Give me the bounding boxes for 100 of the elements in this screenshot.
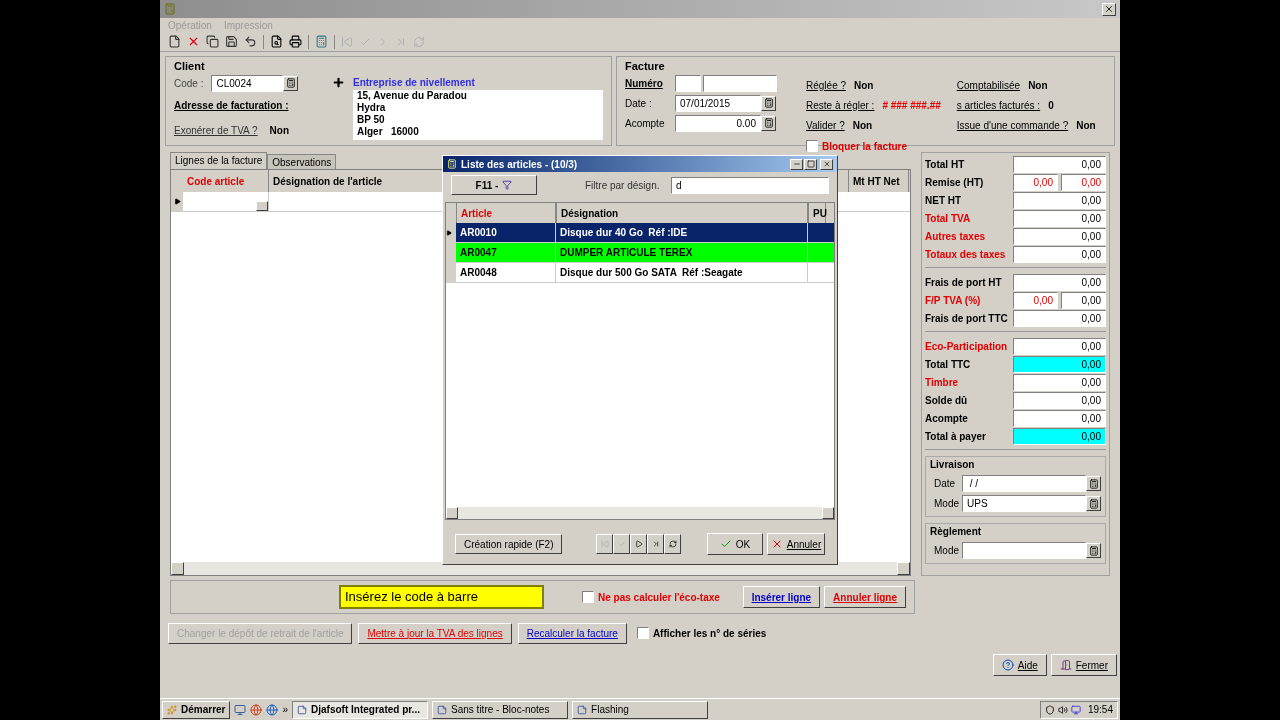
total-field[interactable]: 0,00 (1013, 192, 1106, 209)
article-row[interactable]: AR0047 DUMPER ARTICULE TEREX (456, 243, 834, 263)
tray-icon (1044, 704, 1055, 715)
calculator-icon (285, 78, 296, 88)
status-label: Réglée ? (806, 78, 847, 93)
cancel-button[interactable]: Annuler (767, 533, 825, 555)
status-value: Non (1028, 78, 1048, 93)
close-button[interactable] (820, 158, 833, 170)
toolbar-icon (395, 35, 407, 48)
nav-button[interactable] (647, 534, 665, 554)
total-field[interactable]: 0,00 (1013, 292, 1058, 309)
taskbar-task[interactable]: Sans titre - Bloc-notes (432, 700, 569, 719)
date-field[interactable]: / / (962, 475, 1086, 492)
more-icons[interactable]: » (282, 702, 289, 717)
status-label: s articles facturés : (956, 98, 1041, 113)
checkbox-label: Bloquer la facture (822, 139, 908, 154)
column-header: Code article (183, 170, 269, 192)
number-field[interactable] (675, 74, 701, 92)
close-icon (1104, 4, 1114, 14)
maximize-button[interactable] (804, 158, 817, 170)
taskbar-task[interactable]: Djafsoft Integrated pr... (292, 700, 429, 719)
ellipsis-button[interactable] (256, 201, 268, 211)
check-icon (719, 538, 732, 550)
lookup-button[interactable] (283, 75, 299, 91)
checkbox[interactable] (582, 591, 594, 603)
ok-button[interactable]: OK (707, 533, 763, 555)
mode-field[interactable] (962, 542, 1086, 559)
checkbox[interactable] (806, 140, 818, 152)
total-field[interactable]: 0,00 (1013, 310, 1106, 327)
article-row[interactable]: AR0010 Disque dur 40 Go Réf :IDE (456, 223, 834, 243)
date-field[interactable]: 07/01/2015 (675, 94, 761, 112)
mode-field[interactable]: UPS (962, 495, 1086, 512)
code-field[interactable]: CL0024 (211, 74, 284, 92)
total-field[interactable]: 0,00 (1013, 174, 1058, 191)
field-value: Non (269, 123, 290, 138)
footer-button[interactable]: Aide (992, 654, 1047, 676)
nav-button[interactable] (613, 534, 631, 554)
tab[interactable]: Lignes de la facture (170, 152, 268, 169)
number-field[interactable] (703, 74, 777, 92)
status-label: Comptabilisée (956, 78, 1021, 93)
window-icon (297, 704, 308, 715)
total-field[interactable]: 0,00 (1013, 338, 1106, 355)
field-label: Date (933, 477, 957, 491)
total-field[interactable]: 0,00 (1013, 246, 1106, 263)
table-cell: DUMPER ARTICULE TEREX (556, 243, 808, 262)
action-button[interactable]: Recalculer la facture (517, 622, 627, 644)
nav-button[interactable] (596, 534, 614, 554)
toolbar-icon (225, 35, 238, 48)
lookup-button[interactable] (1086, 496, 1101, 511)
filter-button[interactable]: F11 - (451, 175, 537, 195)
lookup-button[interactable] (761, 115, 776, 131)
field-label: Acompte (625, 116, 666, 131)
filter-field[interactable]: d (671, 176, 829, 194)
minimize-button[interactable] (790, 158, 803, 170)
nav-button[interactable] (664, 534, 682, 554)
total-field[interactable]: 0,00 (1013, 428, 1106, 445)
nav-button[interactable] (630, 534, 648, 554)
total-label: Solde dû (925, 394, 969, 408)
total-field[interactable]: 0,00 (1013, 274, 1106, 291)
tab[interactable]: Observations (267, 154, 337, 169)
app-icon (164, 3, 176, 15)
lookup-button[interactable] (1086, 476, 1101, 491)
dialog-title: Liste des articles - (10/3) (461, 157, 578, 172)
barcode-field[interactable]: Insérez le code à barre (339, 585, 544, 609)
lookup-button[interactable] (1086, 543, 1101, 558)
address-line: Alger 16000 (357, 125, 420, 138)
total-field[interactable]: 0,00 (1013, 356, 1106, 373)
maximize-icon (806, 160, 815, 168)
article-row[interactable]: AR0048 Disque dur 500 Go SATA Réf :Seagate (456, 263, 834, 283)
clock: 19:54 (1087, 703, 1113, 717)
desktop-icon (234, 703, 247, 716)
add-icon[interactable] (332, 75, 345, 89)
nav-icon (635, 540, 643, 548)
total-label: Totaux des taxes (925, 248, 1007, 262)
horizontal-scrollbar[interactable] (446, 507, 834, 519)
total-field[interactable]: 0,00 (1061, 292, 1106, 309)
total-label: Frais de port HT (925, 276, 1003, 290)
total-label: Eco-Participation (925, 340, 1009, 354)
line-button[interactable]: Insérer ligne (742, 586, 821, 608)
taskbar-task[interactable]: Flashing (572, 700, 709, 719)
footer-button[interactable]: Fermer (1050, 654, 1117, 676)
lookup-button[interactable] (761, 95, 776, 111)
field-label: Code : (174, 76, 204, 91)
total-field[interactable]: 0,00 (1013, 156, 1106, 173)
quick-create-button[interactable]: Création rapide (F2) (455, 534, 563, 554)
start-button[interactable]: Démarrer (162, 700, 231, 719)
app-icon (447, 159, 457, 169)
checkbox[interactable] (636, 627, 649, 639)
total-field[interactable]: 0,00 (1013, 210, 1106, 227)
total-field[interactable]: 0,00 (1013, 374, 1106, 391)
total-field[interactable]: 0,00 (1061, 174, 1106, 191)
address-line: BP 50 (357, 113, 386, 126)
total-field[interactable]: 0,00 (1013, 392, 1106, 409)
window-icon (437, 704, 448, 715)
volume-icon (1057, 704, 1068, 715)
total-field[interactable]: 0,00 (1013, 410, 1106, 427)
group-title: Livraison (930, 458, 976, 472)
close-button[interactable] (1102, 2, 1116, 16)
total-field[interactable]: 0,00 (1013, 228, 1106, 245)
deposit-field[interactable]: 0.00 (675, 114, 761, 132)
